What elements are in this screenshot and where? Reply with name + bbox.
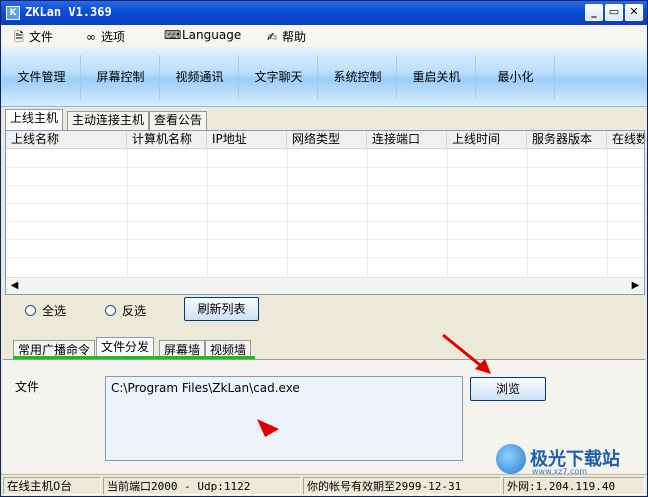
browse-button[interactable]: 浏览	[470, 377, 546, 401]
grid-line	[6, 167, 644, 168]
grid-line	[287, 149, 288, 279]
grid-line	[6, 203, 644, 204]
grid-line	[6, 221, 644, 222]
text-chat-button[interactable]: 文字聊天	[240, 55, 318, 99]
status-port: 当前端口2000 - Udp:1122	[103, 477, 301, 495]
column-header-server-version[interactable]: 服务器版本	[527, 131, 607, 148]
grid-line	[207, 149, 208, 279]
toolbar: 文件管理 屏幕控制 视频通讯 文字聊天 系统控制 重启关机 最小化	[1, 47, 647, 107]
column-header-online-time[interactable]: 上线时间	[447, 131, 527, 148]
language-icon: ⌨	[164, 28, 182, 42]
glasses-icon: ∞	[86, 30, 96, 44]
column-header-name[interactable]: 上线名称	[6, 131, 127, 148]
watermark-logo-icon	[496, 444, 526, 474]
minimize-app-button[interactable]: 最小化	[477, 55, 555, 99]
menu-bar: 🗎 文件 ∞ 选项 ⌨Language ✍ 帮助	[1, 25, 647, 47]
status-expiry: 你的帐号有效期至2999-12-31	[303, 477, 501, 495]
file-path-field[interactable]: C:\Program Files\ZkLan\cad.exe	[105, 376, 463, 461]
menu-item-options[interactable]: ∞ 选项	[83, 28, 125, 45]
tab-online-hosts[interactable]: 上线主机	[5, 109, 64, 130]
screen-control-button[interactable]: 屏幕控制	[82, 55, 160, 99]
watermark: 极光下载站 www.xz7.com	[496, 442, 644, 478]
column-header-network[interactable]: 网络类型	[287, 131, 367, 148]
grid-line	[6, 239, 644, 240]
grid-line	[367, 149, 368, 279]
scroll-left-icon[interactable]: ◀	[6, 278, 23, 294]
column-header-ip[interactable]: IP地址	[207, 131, 287, 148]
status-online-count: 在线主机0台	[3, 477, 101, 495]
select-all-radio[interactable]: 全选	[25, 302, 66, 319]
minimize-button[interactable]: _	[585, 4, 603, 21]
status-wan-ip: 外网:1.204.119.40	[503, 477, 645, 495]
grid-line	[527, 149, 528, 279]
restart-shutdown-button[interactable]: 重启关机	[398, 55, 476, 99]
app-logo-icon: K	[6, 6, 20, 20]
watermark-subtext: www.xz7.com	[532, 467, 588, 476]
column-header-online-count[interactable]: 在线数	[607, 131, 644, 148]
help-icon: ✍	[266, 30, 278, 44]
annotation-arrow-icon	[442, 333, 491, 374]
title-bar[interactable]: K ZKLan V1.369 _ ▭ ✕	[1, 1, 647, 25]
invert-selection-radio[interactable]: 反选	[105, 302, 146, 319]
list-header: 上线名称 计算机名称 IP地址 网络类型 连接端口 上线时间 服务器版本 在线数	[6, 131, 644, 149]
grid-line	[6, 185, 644, 186]
horizontal-scrollbar[interactable]: ◀ ▶	[6, 277, 644, 294]
file-label: 文件	[15, 380, 40, 394]
menu-item-language[interactable]: ⌨Language	[164, 28, 241, 42]
tab-announcements[interactable]: 查看公告	[149, 111, 208, 130]
radio-circle-icon	[105, 305, 116, 316]
menu-item-help[interactable]: ✍ 帮助	[264, 28, 306, 45]
tab-active-connect[interactable]: 主动连接主机	[67, 111, 150, 130]
radio-circle-icon	[25, 305, 36, 316]
refresh-list-button[interactable]: 刷新列表	[184, 297, 259, 321]
system-control-button[interactable]: 系统控制	[319, 55, 397, 99]
window-title: ZKLan V1.369	[25, 5, 112, 19]
column-header-computer[interactable]: 计算机名称	[127, 131, 207, 148]
restore-button[interactable]: ▭	[605, 4, 623, 21]
file-manage-button[interactable]: 文件管理	[3, 55, 81, 99]
app-window: K ZKLan V1.369 _ ▭ ✕ 🗎 文件 ∞ 选项 ⌨Language ✍…	[0, 0, 648, 497]
grid-line	[607, 149, 608, 279]
cursor-arrow-icon	[257, 419, 279, 437]
host-list[interactable]: 上线名称 计算机名称 IP地址 网络类型 连接端口 上线时间 服务器版本 在线数…	[5, 130, 645, 295]
grid-line	[447, 149, 448, 279]
scroll-right-icon[interactable]: ▶	[627, 278, 644, 294]
file-icon: 🗎	[14, 30, 24, 44]
grid-line	[6, 257, 644, 258]
menu-item-file[interactable]: 🗎 文件	[11, 28, 53, 49]
grid-line	[127, 149, 128, 279]
video-chat-button[interactable]: 视频通讯	[161, 55, 239, 99]
close-button[interactable]: ✕	[625, 4, 643, 21]
column-header-port[interactable]: 连接端口	[367, 131, 447, 148]
